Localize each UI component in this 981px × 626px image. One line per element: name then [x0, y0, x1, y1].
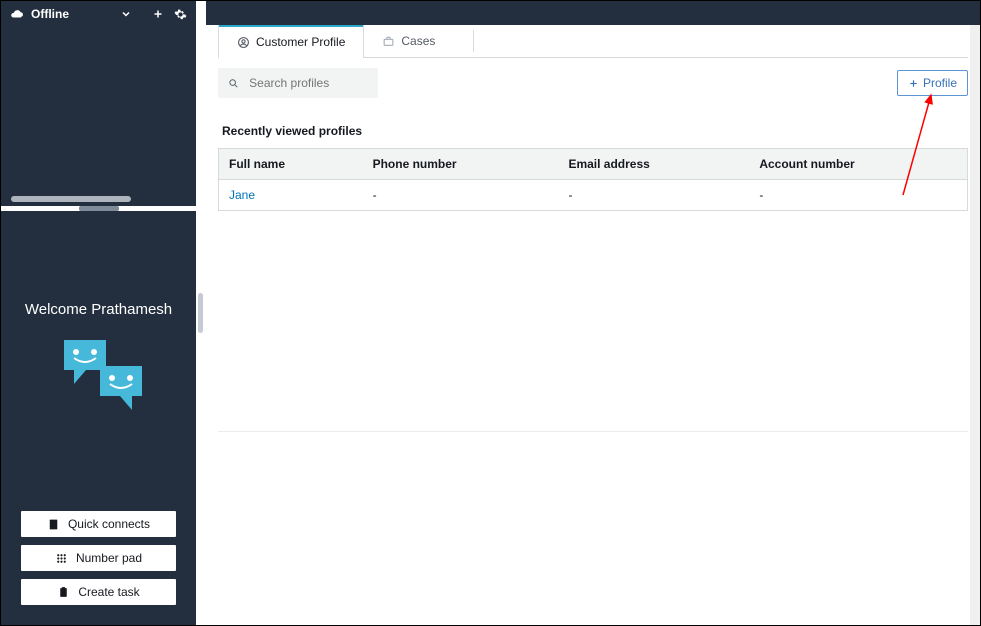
profile-link[interactable]: Jane [229, 188, 255, 202]
plus-icon[interactable] [150, 6, 166, 22]
agent-status-bar: Offline [1, 1, 196, 27]
briefcase-icon [382, 35, 395, 48]
col-email: Email address [558, 149, 749, 180]
search-input[interactable] [247, 75, 368, 91]
contacts-icon [47, 518, 60, 531]
quick-connects-label: Quick connects [68, 517, 150, 531]
add-profile-label: Profile [923, 76, 957, 90]
pane-divider[interactable] [196, 1, 206, 625]
profiles-table: Full name Phone number Email address Acc… [218, 148, 968, 211]
cell-phone: - [363, 180, 559, 211]
col-account: Account number [749, 149, 967, 180]
number-pad-label: Number pad [76, 551, 142, 565]
create-task-button[interactable]: Create task [21, 579, 176, 605]
cell-email: - [558, 180, 749, 211]
cloud-icon [9, 6, 25, 22]
tab-cases[interactable]: Cases [364, 25, 453, 57]
search-icon [228, 77, 239, 90]
agent-status-label[interactable]: Offline [31, 7, 69, 21]
add-profile-button[interactable]: Profile [897, 70, 968, 96]
horizontal-scrollbar[interactable] [1, 196, 196, 202]
welcome-panel: Welcome Prathamesh [1, 211, 196, 625]
cell-account: - [749, 180, 967, 211]
tab-bar: Customer Profile Cases [218, 25, 968, 58]
panel-resize-grip[interactable] [79, 206, 119, 211]
recently-viewed-title: Recently viewed profiles [222, 124, 968, 138]
vertical-scrollbar[interactable] [970, 25, 980, 625]
tab-divider [473, 30, 474, 52]
main-header-bar [206, 1, 980, 25]
app-frame: Offline Welcome Prathamesh [0, 0, 981, 626]
main-area: Customer Profile Cases Profile [206, 1, 980, 625]
welcome-text: Welcome Prathamesh [25, 301, 172, 318]
quick-connects-button[interactable]: Quick connects [21, 511, 176, 537]
sidebar-buttons: Quick connects Number pad Create task [1, 511, 196, 625]
create-task-label: Create task [78, 585, 139, 599]
profile-toolbar: Profile [218, 58, 968, 106]
divider-handle[interactable] [198, 293, 203, 333]
chevron-down-icon[interactable] [118, 6, 134, 22]
plus-icon [908, 78, 919, 89]
ccp-panel: Offline [1, 1, 196, 211]
clipboard-icon [57, 586, 70, 599]
user-circle-icon [237, 36, 250, 49]
tab-cases-label: Cases [401, 34, 435, 48]
table-header-row: Full name Phone number Email address Acc… [219, 149, 968, 180]
dialpad-icon [55, 552, 68, 565]
col-full-name: Full name [219, 149, 363, 180]
ccp-empty-area [1, 27, 196, 206]
chat-illustration [54, 336, 144, 406]
tab-customer-profile[interactable]: Customer Profile [218, 25, 364, 58]
number-pad-button[interactable]: Number pad [21, 545, 176, 571]
agent-sidebar: Offline Welcome Prathamesh [1, 1, 196, 625]
search-profiles-field[interactable] [218, 68, 378, 98]
col-phone: Phone number [363, 149, 559, 180]
tab-customer-profile-label: Customer Profile [256, 35, 345, 49]
content-divider [218, 431, 968, 432]
gear-icon[interactable] [172, 6, 188, 22]
table-row[interactable]: Jane - - - [219, 180, 968, 211]
